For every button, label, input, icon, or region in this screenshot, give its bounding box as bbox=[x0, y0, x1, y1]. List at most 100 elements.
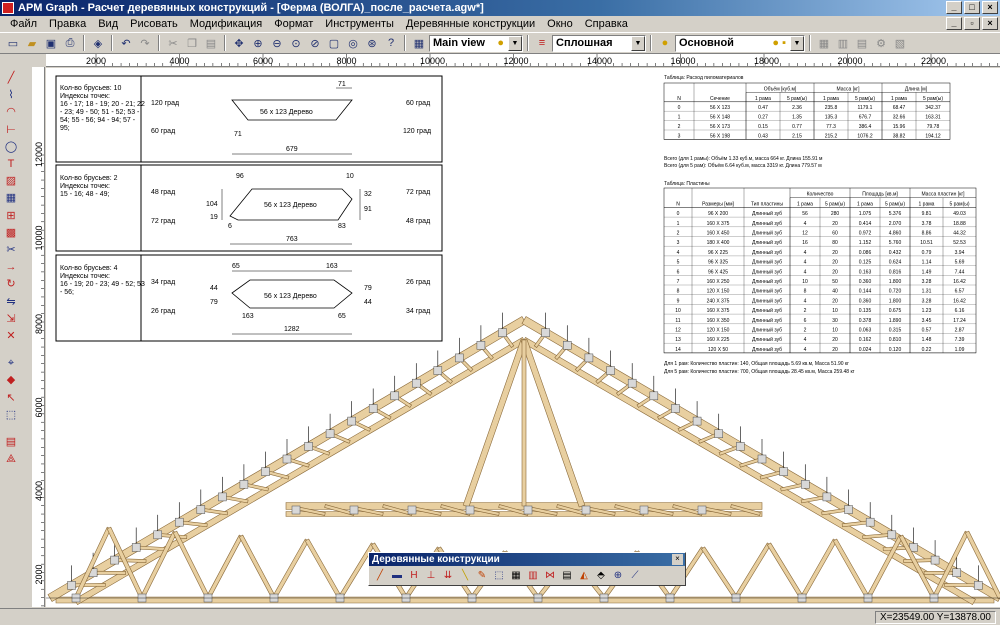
maximize-button[interactable]: □ bbox=[964, 1, 980, 14]
truss-member[interactable] bbox=[733, 542, 772, 600]
truss-member[interactable] bbox=[172, 530, 211, 600]
truss-member[interactable] bbox=[700, 546, 739, 600]
chevron-down-icon[interactable]: ▼ bbox=[790, 35, 804, 51]
paste-icon[interactable]: ▤ bbox=[202, 34, 220, 52]
menu-draw[interactable]: Рисовать bbox=[124, 16, 184, 32]
section-h-icon[interactable]: H bbox=[406, 568, 422, 584]
select-nodes-icon[interactable]: ⬚ bbox=[491, 568, 507, 584]
truss-member[interactable] bbox=[766, 542, 805, 600]
menu-view[interactable]: Вид bbox=[92, 16, 124, 32]
truss-member[interactable] bbox=[92, 570, 126, 575]
views-icon[interactable]: ▦ bbox=[410, 34, 428, 52]
select-icon[interactable]: ⬚ bbox=[3, 408, 19, 422]
snap-icon[interactable]: ⊕ bbox=[610, 568, 626, 584]
zoom-prev-icon[interactable]: ⊘ bbox=[306, 34, 324, 52]
doc-minimize-button[interactable]: _ bbox=[946, 17, 962, 30]
menu-help[interactable]: Справка bbox=[579, 16, 634, 32]
ellipse-icon[interactable]: ◯ bbox=[3, 140, 19, 154]
export-icon[interactable]: ◭ bbox=[576, 568, 592, 584]
plate-icon[interactable]: ╲ bbox=[457, 568, 473, 584]
minimize-button[interactable]: _ bbox=[946, 1, 962, 14]
extend-icon[interactable]: → bbox=[3, 260, 19, 274]
text-icon[interactable]: T bbox=[3, 157, 19, 171]
block-icon[interactable]: ▦ bbox=[3, 191, 19, 205]
menu-format[interactable]: Формат bbox=[268, 16, 319, 32]
zoom-extents-icon[interactable]: ▢ bbox=[325, 34, 343, 52]
view-3d-icon[interactable]: ⬘ bbox=[593, 568, 609, 584]
grid-icon[interactable]: ▦ bbox=[815, 34, 833, 52]
matchprop-icon[interactable]: ▧ bbox=[891, 34, 909, 52]
menu-edit[interactable]: Правка bbox=[43, 16, 92, 32]
layer-icon[interactable]: ▤ bbox=[3, 435, 19, 449]
doc-close-button[interactable]: × bbox=[982, 17, 998, 30]
menu-window[interactable]: Окно bbox=[541, 16, 579, 32]
line-style-icon[interactable]: ≡ bbox=[533, 34, 551, 52]
snap-icon[interactable]: ⌖ bbox=[3, 356, 19, 370]
menu-file[interactable]: Файл bbox=[4, 16, 43, 32]
node-icon[interactable]: ◆ bbox=[3, 373, 19, 387]
truss-member[interactable] bbox=[462, 338, 528, 508]
menu-modify[interactable]: Модификация bbox=[184, 16, 269, 32]
bar-icon[interactable]: ▬ bbox=[389, 568, 405, 584]
properties-icon[interactable]: ▤ bbox=[853, 34, 871, 52]
truss-icon[interactable]: ⟁ bbox=[3, 452, 19, 466]
chevron-down-icon[interactable]: ▼ bbox=[508, 35, 522, 51]
delete-icon[interactable]: ✕ bbox=[3, 329, 19, 343]
save-icon[interactable]: ▣ bbox=[42, 34, 60, 52]
scale-icon[interactable]: ⇲ bbox=[3, 312, 19, 326]
zoom-in-icon[interactable]: ⊕ bbox=[249, 34, 267, 52]
trim-icon[interactable]: ✂ bbox=[3, 243, 19, 257]
dimension-icon[interactable]: ⊢ bbox=[3, 123, 19, 137]
report-icon[interactable]: ▤ bbox=[559, 568, 575, 584]
truss-member[interactable] bbox=[520, 338, 586, 508]
results-icon[interactable]: ▥ bbox=[525, 568, 541, 584]
layer-combo[interactable]: Основной ● ▪ ▼ bbox=[675, 34, 805, 52]
open-folder-icon[interactable]: ▰ bbox=[23, 34, 41, 52]
print-icon[interactable]: ⎙ bbox=[61, 34, 79, 52]
measure-icon[interactable]: ⟋ bbox=[627, 568, 643, 584]
3d-box-icon[interactable]: ◈ bbox=[89, 34, 107, 52]
truss-member[interactable] bbox=[205, 534, 244, 600]
hatch-icon[interactable]: ▨ bbox=[3, 174, 19, 188]
drawing-canvas[interactable]: Кол-во брусьев: 10 Индексы точек: 16 - 1… bbox=[46, 68, 1000, 607]
rotate-icon[interactable]: ↻ bbox=[3, 277, 19, 291]
copy-icon[interactable]: ❐ bbox=[183, 34, 201, 52]
truss-member[interactable] bbox=[304, 538, 343, 600]
support-icon[interactable]: ⊥ bbox=[423, 568, 439, 584]
truss-member[interactable] bbox=[135, 545, 167, 551]
truss-member[interactable] bbox=[923, 570, 958, 575]
new-file-icon[interactable]: ▭ bbox=[4, 34, 22, 52]
truss-member[interactable] bbox=[271, 538, 310, 600]
truss-member[interactable] bbox=[903, 558, 936, 563]
close-icon[interactable]: × bbox=[672, 554, 683, 565]
close-button[interactable]: × bbox=[982, 1, 998, 14]
node-edit-icon[interactable]: ✎ bbox=[474, 568, 490, 584]
layer-bulb-icon[interactable]: ● bbox=[656, 34, 674, 52]
beam-icon[interactable]: ╱ bbox=[372, 568, 388, 584]
pointer-icon[interactable]: ↖ bbox=[3, 391, 19, 405]
undo-icon[interactable]: ↶ bbox=[117, 34, 135, 52]
truss-member[interactable] bbox=[832, 538, 871, 600]
table-icon[interactable]: ▥ bbox=[834, 34, 852, 52]
line-type-combo[interactable]: Сплошная ▼ bbox=[552, 34, 646, 52]
zoom-scale-icon[interactable]: ⊛ bbox=[363, 34, 381, 52]
menu-tools[interactable]: Инструменты bbox=[319, 16, 400, 32]
truss-member[interactable] bbox=[238, 534, 277, 600]
zoom-out-icon[interactable]: ⊖ bbox=[268, 34, 286, 52]
calculator-icon[interactable]: ▦ bbox=[508, 568, 524, 584]
diagram-icon[interactable]: ⋈ bbox=[542, 568, 558, 584]
view-combo[interactable]: Main view ● ▼ bbox=[429, 34, 523, 52]
menu-wood[interactable]: Деревянные конструкции bbox=[400, 16, 541, 32]
fill-icon[interactable]: ▩ bbox=[3, 226, 19, 240]
pan-icon[interactable]: ✥ bbox=[230, 34, 248, 52]
truss-member[interactable] bbox=[114, 558, 147, 563]
zoom-all-icon[interactable]: ◎ bbox=[344, 34, 362, 52]
truss-member[interactable] bbox=[71, 583, 106, 588]
doc-restore-button[interactable]: ▫ bbox=[964, 17, 980, 30]
insert-icon[interactable]: ⊞ bbox=[3, 209, 19, 223]
redo-icon[interactable]: ↷ bbox=[136, 34, 154, 52]
mirror-icon[interactable]: ⇋ bbox=[3, 295, 19, 309]
help-icon[interactable]: ? bbox=[382, 34, 400, 52]
zoom-window-icon[interactable]: ⊙ bbox=[287, 34, 305, 52]
cut-icon[interactable]: ✂ bbox=[164, 34, 182, 52]
